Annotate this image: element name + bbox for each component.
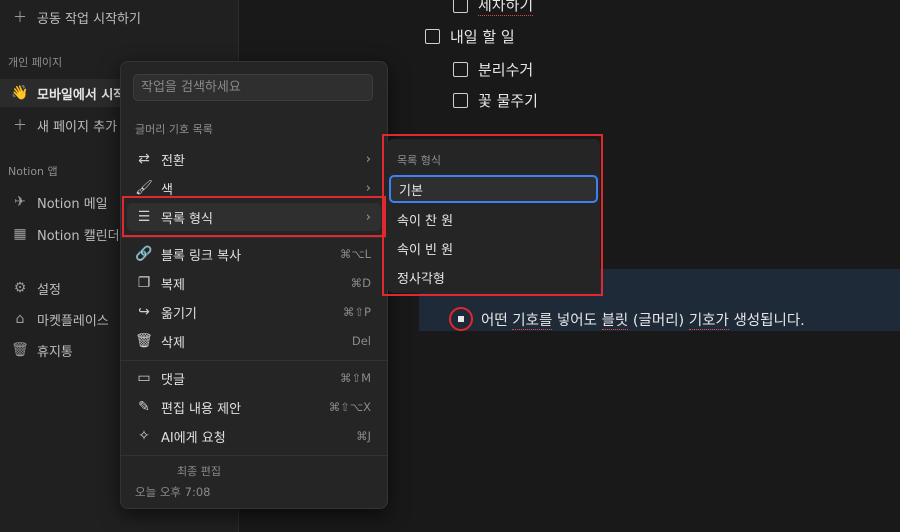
chevron-right-icon: › bbox=[365, 151, 371, 167]
sidebar-item-label: Notion 메일 bbox=[37, 196, 108, 212]
shortcut: ⌘⇧M bbox=[339, 371, 371, 385]
action-search-input[interactable] bbox=[133, 74, 373, 101]
menu-item-delete[interactable]: 🗑 삭제 Del bbox=[127, 327, 381, 355]
menu-item-color[interactable]: 🖌 색 › bbox=[127, 174, 381, 202]
sidebar-item-label: Notion 캘린더 bbox=[37, 228, 120, 244]
menu-item-suggest-edits[interactable]: ✎ 편집 내용 제안 ⌘⇧⌥X bbox=[127, 393, 381, 421]
trash-icon: 🗑 bbox=[11, 342, 29, 358]
menu-section-title: 글머리 기호 목록 bbox=[135, 123, 213, 136]
sidebar-item-label: 새 페이지 추가 bbox=[37, 119, 118, 135]
move-icon: ↪ bbox=[138, 304, 150, 320]
link-icon: 🔗 bbox=[135, 246, 153, 262]
shortcut: ⌘⇧⌥X bbox=[328, 400, 371, 414]
menu-item-move[interactable]: ↪ 옮기기 ⌘⇧P bbox=[127, 298, 381, 326]
todo-text[interactable]: 분리수거 bbox=[478, 59, 533, 80]
checkbox[interactable] bbox=[453, 0, 468, 13]
list-format-option-square[interactable]: 정사각형 bbox=[389, 263, 598, 291]
ai-icon: ✧ bbox=[138, 428, 150, 444]
paint-roller-icon: 🖌 bbox=[135, 180, 153, 196]
todo-text[interactable]: 꽃 물주기 bbox=[478, 90, 538, 111]
sidebar-item-start-collab[interactable]: ＋ 공동 작업 시작하기 bbox=[0, 3, 238, 31]
section-notion-apps: Notion 앱 bbox=[8, 165, 58, 178]
bullet-square-icon bbox=[458, 316, 464, 322]
todo-item[interactable]: 꽃 물주기 bbox=[453, 90, 538, 111]
turn-into-icon: ⇄ bbox=[138, 151, 150, 167]
plus-icon: ＋ bbox=[13, 10, 27, 26]
menu-item-turn-into[interactable]: ⇄ 전환 › bbox=[127, 145, 381, 173]
last-edited-time: 오늘 오후 7:08 bbox=[135, 485, 211, 499]
calendar-icon: ▦ bbox=[13, 226, 27, 242]
menu-item-copy-link[interactable]: 🔗 블록 링크 복사 ⌘⌥L bbox=[127, 240, 381, 268]
submenu-title: 목록 형식 bbox=[397, 154, 441, 167]
chevron-right-icon: › bbox=[365, 180, 371, 196]
menu-item-duplicate[interactable]: ❐ 복제 ⌘D bbox=[127, 269, 381, 297]
list-icon: ☰ bbox=[137, 209, 151, 225]
wave-emoji-icon: 👋 bbox=[11, 85, 29, 101]
sidebar-item-label: 마켓플레이스 bbox=[37, 313, 109, 329]
todo-text[interactable]: 내일 할 일 bbox=[450, 26, 515, 47]
marketplace-icon: ⌂ bbox=[15, 311, 25, 327]
list-format-option-hollow-circle[interactable]: 속이 빈 원 bbox=[389, 234, 598, 262]
shortcut: ⌘⌥L bbox=[339, 247, 371, 261]
todo-item[interactable]: 분리수거 bbox=[453, 59, 533, 80]
checkbox[interactable] bbox=[453, 93, 468, 108]
sidebar-item-label: 공동 작업 시작하기 bbox=[37, 11, 141, 27]
list-format-option-filled-circle[interactable]: 속이 찬 원 bbox=[389, 205, 598, 233]
todo-item[interactable]: 내일 할 일 bbox=[425, 26, 515, 47]
menu-divider bbox=[121, 360, 387, 361]
todo-item[interactable]: 세차하기 bbox=[453, 0, 534, 16]
menu-divider bbox=[121, 455, 387, 456]
sidebar-item-label: 설정 bbox=[37, 282, 61, 298]
section-private-pages: 개인 페이지 bbox=[8, 56, 63, 69]
last-edited-label: 최종 편집 bbox=[177, 465, 221, 478]
send-icon: ✈ bbox=[14, 194, 26, 210]
menu-item-comment[interactable]: ▭ 댓글 ⌘⇧M bbox=[127, 364, 381, 392]
shortcut: ⌘D bbox=[350, 276, 371, 290]
bullet-list-item[interactable]: 어떤 기호를 넣어도 블릿 (글머리) 기호가 생성됩니다. bbox=[449, 307, 805, 331]
shortcut: ⌘J bbox=[356, 429, 371, 443]
bullet-text[interactable]: 어떤 기호를 넣어도 블릿 (글머리) 기호가 생성됩니다. bbox=[481, 309, 805, 330]
shortcut: ⌘⇧P bbox=[342, 305, 371, 319]
comment-icon: ▭ bbox=[137, 370, 151, 386]
gear-icon: ⚙ bbox=[13, 280, 27, 296]
bullet-marker-highlight[interactable] bbox=[449, 307, 473, 331]
checkbox[interactable] bbox=[425, 29, 440, 44]
trash-icon: 🗑 bbox=[135, 333, 153, 349]
sidebar-item-label: 모바일에서 시작 bbox=[37, 87, 126, 103]
submenu-panel: 목록 형식 기본 속이 찬 원 속이 빈 원 정사각형 bbox=[387, 139, 600, 293]
todo-text[interactable]: 세차하기 bbox=[478, 0, 534, 16]
chevron-right-icon: › bbox=[365, 209, 371, 225]
menu-item-ask-ai[interactable]: ✧ AI에게 요청 ⌘J bbox=[127, 422, 381, 450]
menu-item-list-format[interactable]: ☰ 목록 형식 › bbox=[127, 203, 381, 231]
list-format-submenu: 목록 형식 기본 속이 찬 원 속이 빈 원 정사각형 bbox=[382, 134, 603, 296]
menu-divider bbox=[121, 237, 387, 238]
plus-icon: ＋ bbox=[13, 118, 27, 134]
sidebar-item-label: 휴지통 bbox=[37, 344, 73, 360]
suggest-edit-icon: ✎ bbox=[138, 399, 150, 415]
checkbox[interactable] bbox=[453, 62, 468, 77]
block-context-menu: 글머리 기호 목록 ⇄ 전환 › 🖌 색 › ☰ 목록 형식 › 🔗 블록 링크… bbox=[120, 61, 388, 509]
list-format-option-default[interactable]: 기본 bbox=[389, 175, 598, 203]
duplicate-icon: ❐ bbox=[137, 275, 151, 291]
shortcut: Del bbox=[351, 334, 371, 348]
